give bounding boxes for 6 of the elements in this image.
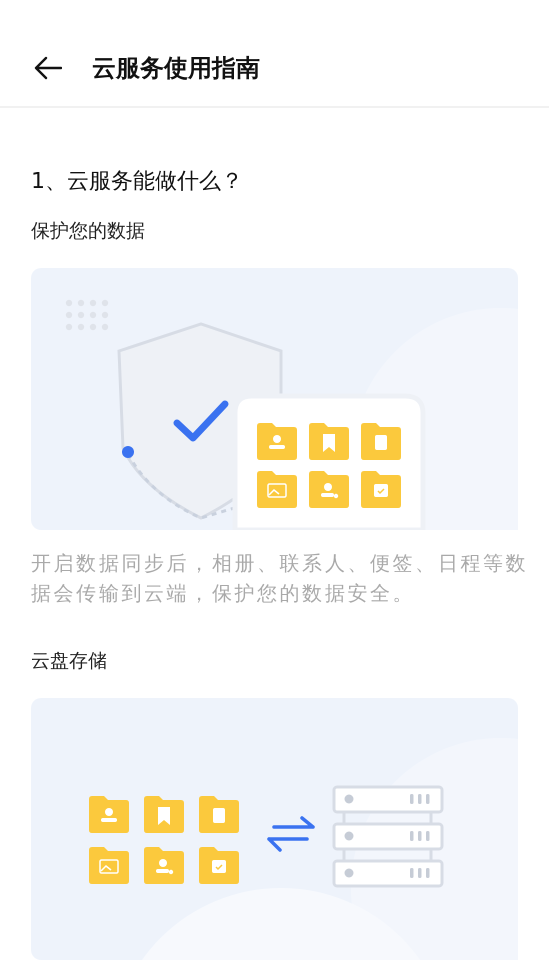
feature-description: 开启数据同步后，相册、联系人、便签、日程等数据会传输到云端，保护您的数据安全。 xyxy=(31,550,530,607)
feature-title: 保护您的数据 xyxy=(31,219,146,244)
page-title: 云服务使用指南 xyxy=(92,53,260,84)
feature-title: 云盘存储 xyxy=(31,649,108,674)
back-arrow-icon xyxy=(34,56,62,80)
section-heading: 1、云服务能做什么？ xyxy=(31,168,244,196)
